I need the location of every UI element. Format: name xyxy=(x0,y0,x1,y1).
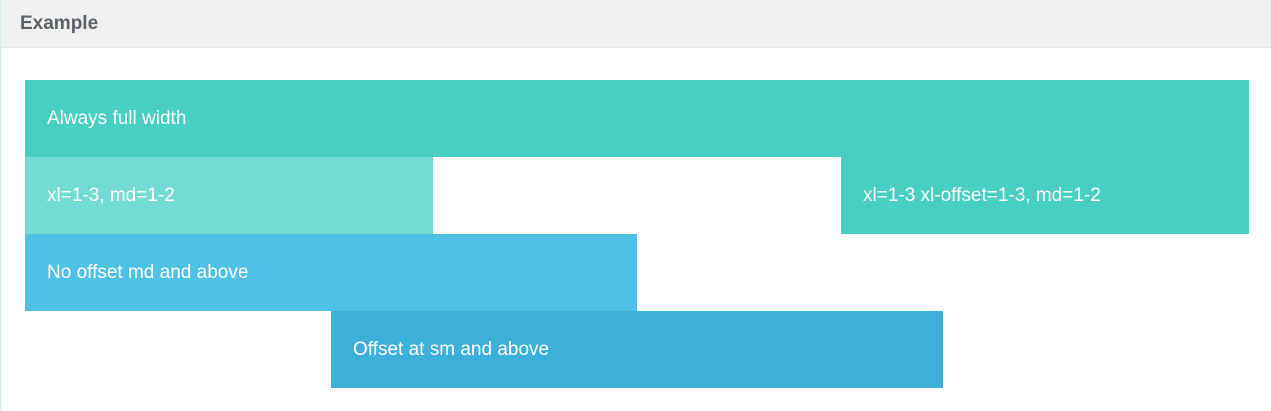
grid-cell-xl-offset: xl=1-3 xl-offset=1-3, md=1-2 xyxy=(841,157,1249,234)
grid-cell-full-width: Always full width xyxy=(25,80,1249,157)
panel-title: Example xyxy=(20,13,99,34)
grid-cell-offset-sm: Offset at sm and above xyxy=(331,311,943,388)
grid-cell-xl-1-3-md-1-2: xl=1-3, md=1-2 xyxy=(25,157,433,234)
example-panel: Example Always full width xl=1-3, md=1-2… xyxy=(0,0,1271,411)
panel-header: Example xyxy=(1,0,1271,48)
grid-cell-no-offset: No offset md and above xyxy=(25,234,637,311)
